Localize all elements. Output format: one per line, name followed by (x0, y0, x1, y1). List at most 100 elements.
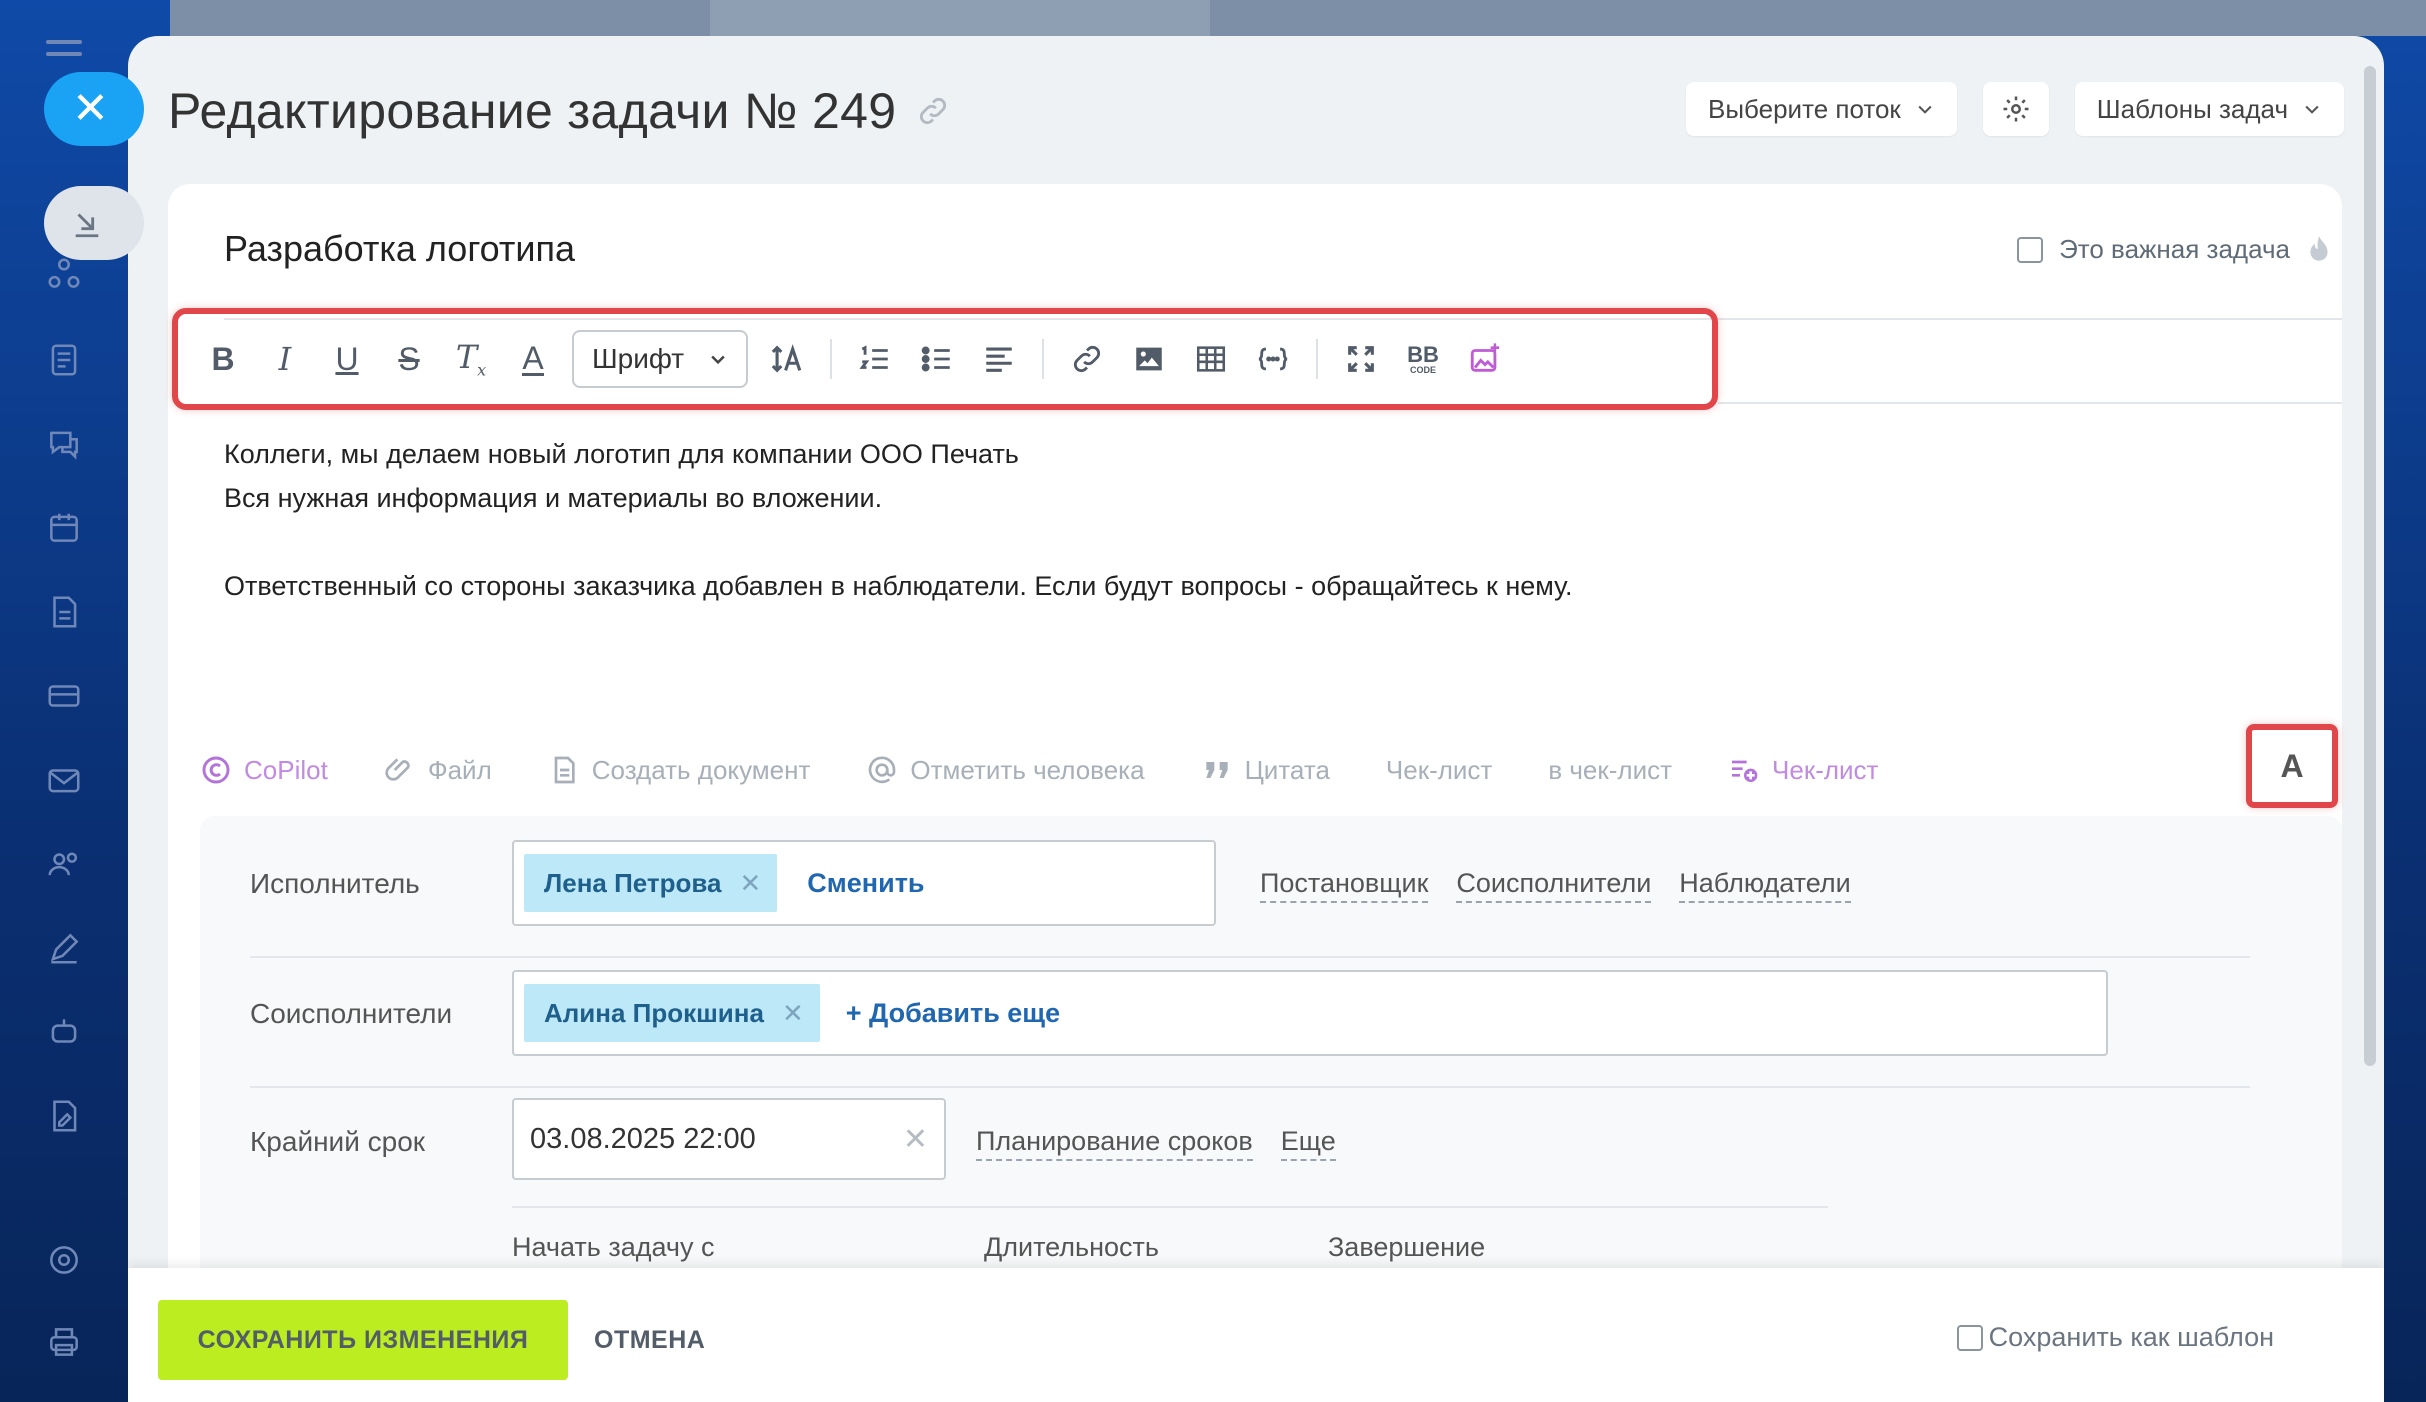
users-icon[interactable] (40, 840, 88, 888)
document-icon[interactable] (40, 336, 88, 384)
bbcode-button[interactable]: BB CODE (1392, 328, 1454, 390)
add-more-coassignees-button[interactable]: + Добавить еще (846, 998, 1060, 1029)
save-as-template-label: Сохранить как шаблон (1988, 1322, 2274, 1352)
underline-icon: U (335, 340, 359, 377)
coassignee-name: Алина Прокшина (544, 997, 764, 1028)
chevron-down-icon (1918, 105, 1932, 114)
table-button[interactable] (1180, 328, 1242, 390)
close-icon: ✕ (72, 84, 109, 133)
bullet-list-button[interactable] (906, 328, 968, 390)
printer-icon[interactable] (40, 1318, 88, 1366)
deadline-planning-link[interactable]: Планирование сроков (976, 1126, 1253, 1161)
deadline-input[interactable]: 03.08.2025 22:00 ✕ (512, 1098, 946, 1180)
pen-icon[interactable] (40, 924, 88, 972)
observers-link[interactable]: Наблюдатели (1679, 868, 1851, 903)
mention-button[interactable]: Отметить человека (866, 754, 1145, 786)
image-button[interactable] (1118, 328, 1180, 390)
description-line (224, 520, 1572, 564)
clear-format-button[interactable]: Tx (440, 328, 502, 390)
description-line: Вся нужная информация и материалы во вло… (224, 483, 883, 513)
cancel-button[interactable]: ОТМЕНА (594, 1300, 705, 1380)
copilot-button[interactable]: CoPilot (200, 754, 328, 786)
important-checkbox[interactable] (2017, 236, 2044, 263)
toolbar-separator (1042, 339, 1044, 379)
flow-select[interactable]: Выберите поток (1686, 82, 1957, 136)
format-toggle-icon: A (2280, 747, 2304, 784)
to-checklist-button[interactable]: в чек-лист (1548, 755, 1672, 786)
toolbar-separator (1316, 339, 1318, 379)
close-slider-button[interactable]: ✕ (44, 72, 144, 146)
code-icon (1258, 347, 1288, 371)
background-topbar (170, 0, 2426, 36)
link-button[interactable] (1056, 328, 1118, 390)
align-left-icon (986, 347, 1012, 372)
font-size-button[interactable] (756, 328, 818, 390)
remove-coassignee-icon[interactable]: ✕ (782, 998, 804, 1029)
ai-image-icon (1470, 343, 1500, 372)
numbered-list-icon (859, 345, 888, 369)
description-editor[interactable]: Коллеги, мы делаем новый логотип для ком… (224, 432, 1572, 608)
to-checklist-label: в чек-лист (1548, 754, 1673, 785)
document-icon (554, 756, 575, 784)
remove-assignee-icon[interactable]: ✕ (740, 868, 762, 899)
quote-button[interactable]: Цитата (1201, 754, 1330, 786)
minimize-slider-button[interactable] (44, 186, 144, 260)
underline-button[interactable]: U (316, 328, 378, 390)
settings-button[interactable] (1982, 82, 2049, 136)
important-task-toggle[interactable]: Это важная задача (2017, 234, 2332, 265)
italic-button[interactable]: I (254, 328, 316, 390)
attach-file-button[interactable]: Файл (384, 754, 492, 786)
text-color-button[interactable]: A (502, 328, 564, 390)
flame-icon (2310, 235, 2328, 261)
robot-icon[interactable] (40, 1008, 88, 1056)
task-name-input[interactable]: Разработка логотипа (224, 228, 575, 270)
chat-icon[interactable] (40, 420, 88, 468)
align-button[interactable] (968, 328, 1030, 390)
copy-link-icon[interactable] (916, 94, 950, 128)
coassignees-link[interactable]: Соисполнители (1456, 868, 1652, 903)
create-document-button[interactable]: Создать документ (548, 754, 810, 786)
code-button[interactable] (1242, 328, 1304, 390)
coassignees-label: Соисполнители (250, 998, 453, 1029)
ai-image-button[interactable] (1454, 328, 1516, 390)
start-date-label: Начать задачу с (512, 1232, 715, 1262)
add-checklist-button[interactable]: Чек-лист (1728, 754, 1878, 786)
deadline-more-link[interactable]: Еще (1280, 1126, 1336, 1161)
deadline-links: Планирование сроков Еще (976, 1126, 1336, 1161)
save-as-template-checkbox[interactable] (1956, 1324, 1983, 1351)
copilot-label: CoPilot (244, 754, 328, 785)
numbered-list-button[interactable] (844, 328, 906, 390)
file-icon[interactable] (40, 588, 88, 636)
save-changes-button[interactable]: СОХРАНИТЬ ИЗМЕНЕНИЯ (158, 1300, 568, 1380)
add-checklist-label: Чек-лист (1772, 754, 1879, 785)
panel-scrollbar[interactable] (2364, 66, 2376, 1066)
mention-label: Отметить человека (910, 754, 1145, 785)
coassignees-selector[interactable]: Алина Прокшина ✕ + Добавить еще (512, 970, 2108, 1056)
duration-label: Длительность (984, 1232, 1159, 1262)
change-assignee-button[interactable]: Сменить (807, 868, 924, 899)
clear-deadline-icon[interactable]: ✕ (903, 1122, 928, 1157)
strikethrough-button[interactable]: S (378, 328, 440, 390)
font-select-label: Шрифт (592, 343, 685, 374)
bold-button[interactable]: B (192, 328, 254, 390)
creator-link[interactable]: Постановщик (1260, 868, 1429, 903)
mail-icon[interactable] (40, 756, 88, 804)
edit-doc-icon[interactable] (40, 1092, 88, 1140)
assignee-selector[interactable]: Лена Петрова ✕ Сменить (512, 840, 1216, 926)
divider (1718, 402, 2342, 404)
settings-rail-icon[interactable] (40, 1236, 88, 1284)
save-as-template-toggle[interactable]: Сохранить как шаблон (1956, 1322, 2274, 1353)
assignee-name: Лена Петрова (544, 867, 722, 898)
card-icon[interactable] (40, 672, 88, 720)
task-templates-select[interactable]: Шаблоны задач (2074, 82, 2344, 136)
checklist-add-icon (1732, 760, 1758, 782)
gear-icon (2003, 96, 2029, 122)
menu-icon[interactable] (46, 40, 82, 70)
font-select[interactable]: Шрифт (572, 330, 748, 388)
toggle-formatting-button[interactable]: A (2246, 724, 2338, 808)
checklist-button[interactable]: Чек-лист (1386, 755, 1492, 786)
role-links: Постановщик Соисполнители Наблюдатели (1260, 868, 1851, 903)
calendar-icon[interactable] (40, 504, 88, 552)
task-edit-panel: Редактирование задачи № 249 Выберите пот… (128, 36, 2384, 1402)
fullscreen-button[interactable] (1330, 328, 1392, 390)
